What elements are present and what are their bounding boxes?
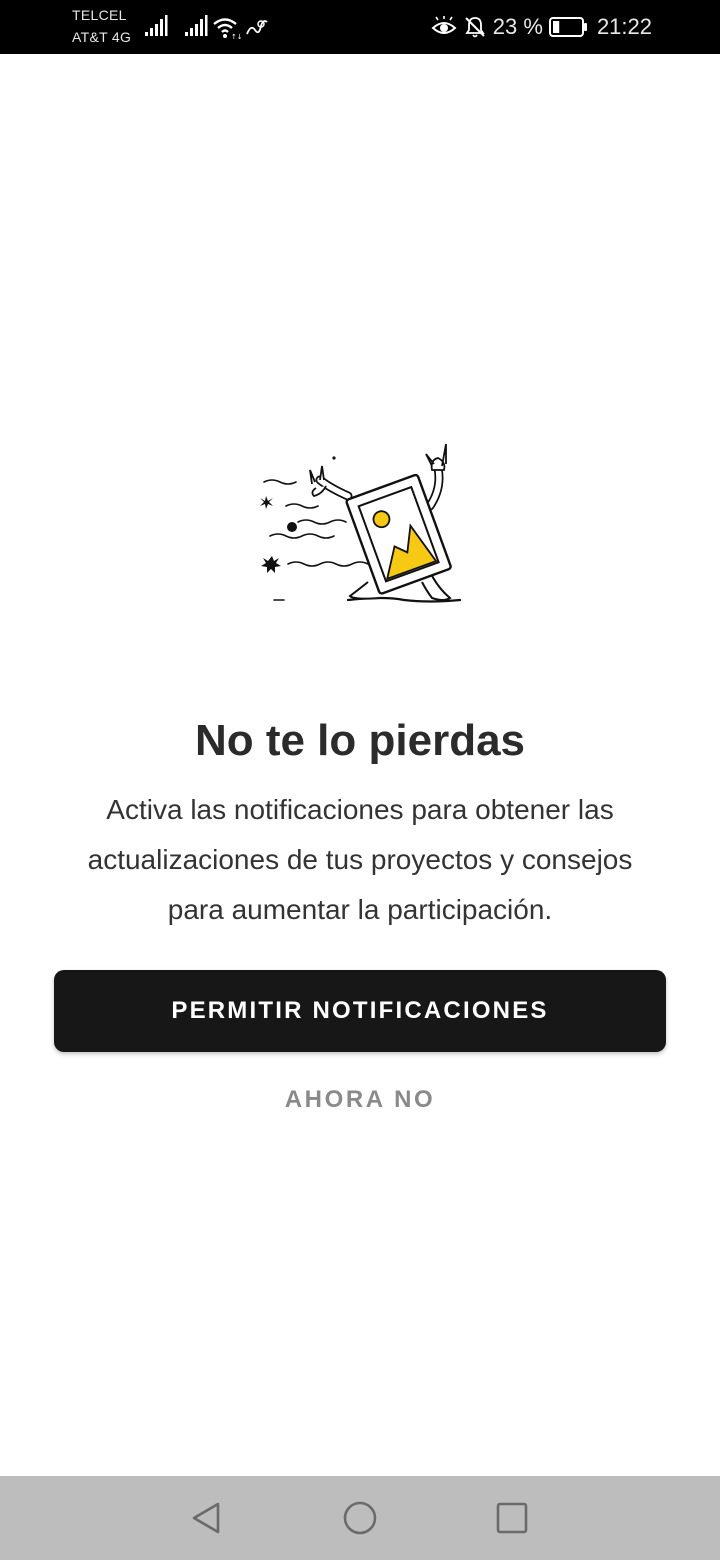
data-saver-icon [246,20,268,35]
status-bar: TELCEL AT&T 4G ↑↓ 23 % 21:22 [0,0,720,54]
rock-on-photo-illustration [260,443,462,603]
dialog-title: No te lo pierdas [194,716,526,765]
carrier-name-2: AT&T 4G [72,29,132,45]
clock: 21:22 [596,14,652,39]
home-icon[interactable] [340,1498,380,1538]
signal-icon [145,15,168,36]
back-icon[interactable] [186,1498,226,1538]
dialog-body: Activa las notificaciones para obtener l… [87,794,633,925]
wifi-icon: ↑↓ [213,18,242,40]
notifications-off-icon [465,17,485,38]
screen: TELCEL AT&T 4G ↑↓ 23 % 21:22 No te lo pi… [0,0,720,1560]
not-now-button[interactable]: AHORA NO [210,1076,510,1124]
allow-notifications-button[interactable]: PERMITIR NOTIFICACIONES [54,970,666,1052]
carrier-name-1: TELCEL [72,7,127,23]
svg-text:↑↓: ↑↓ [231,33,242,40]
recents-icon[interactable] [492,1498,532,1538]
navigation-bar [0,1476,720,1560]
battery-icon [548,17,587,37]
battery-level [552,21,560,33]
eye-comfort-icon [431,16,457,34]
battery-percent: 23 % [492,14,543,39]
status-right: 23 % 21:22 [431,13,652,41]
carrier-info: TELCEL AT&T 4G [72,8,131,44]
sparkles [260,456,336,573]
signal-icon [185,15,208,36]
